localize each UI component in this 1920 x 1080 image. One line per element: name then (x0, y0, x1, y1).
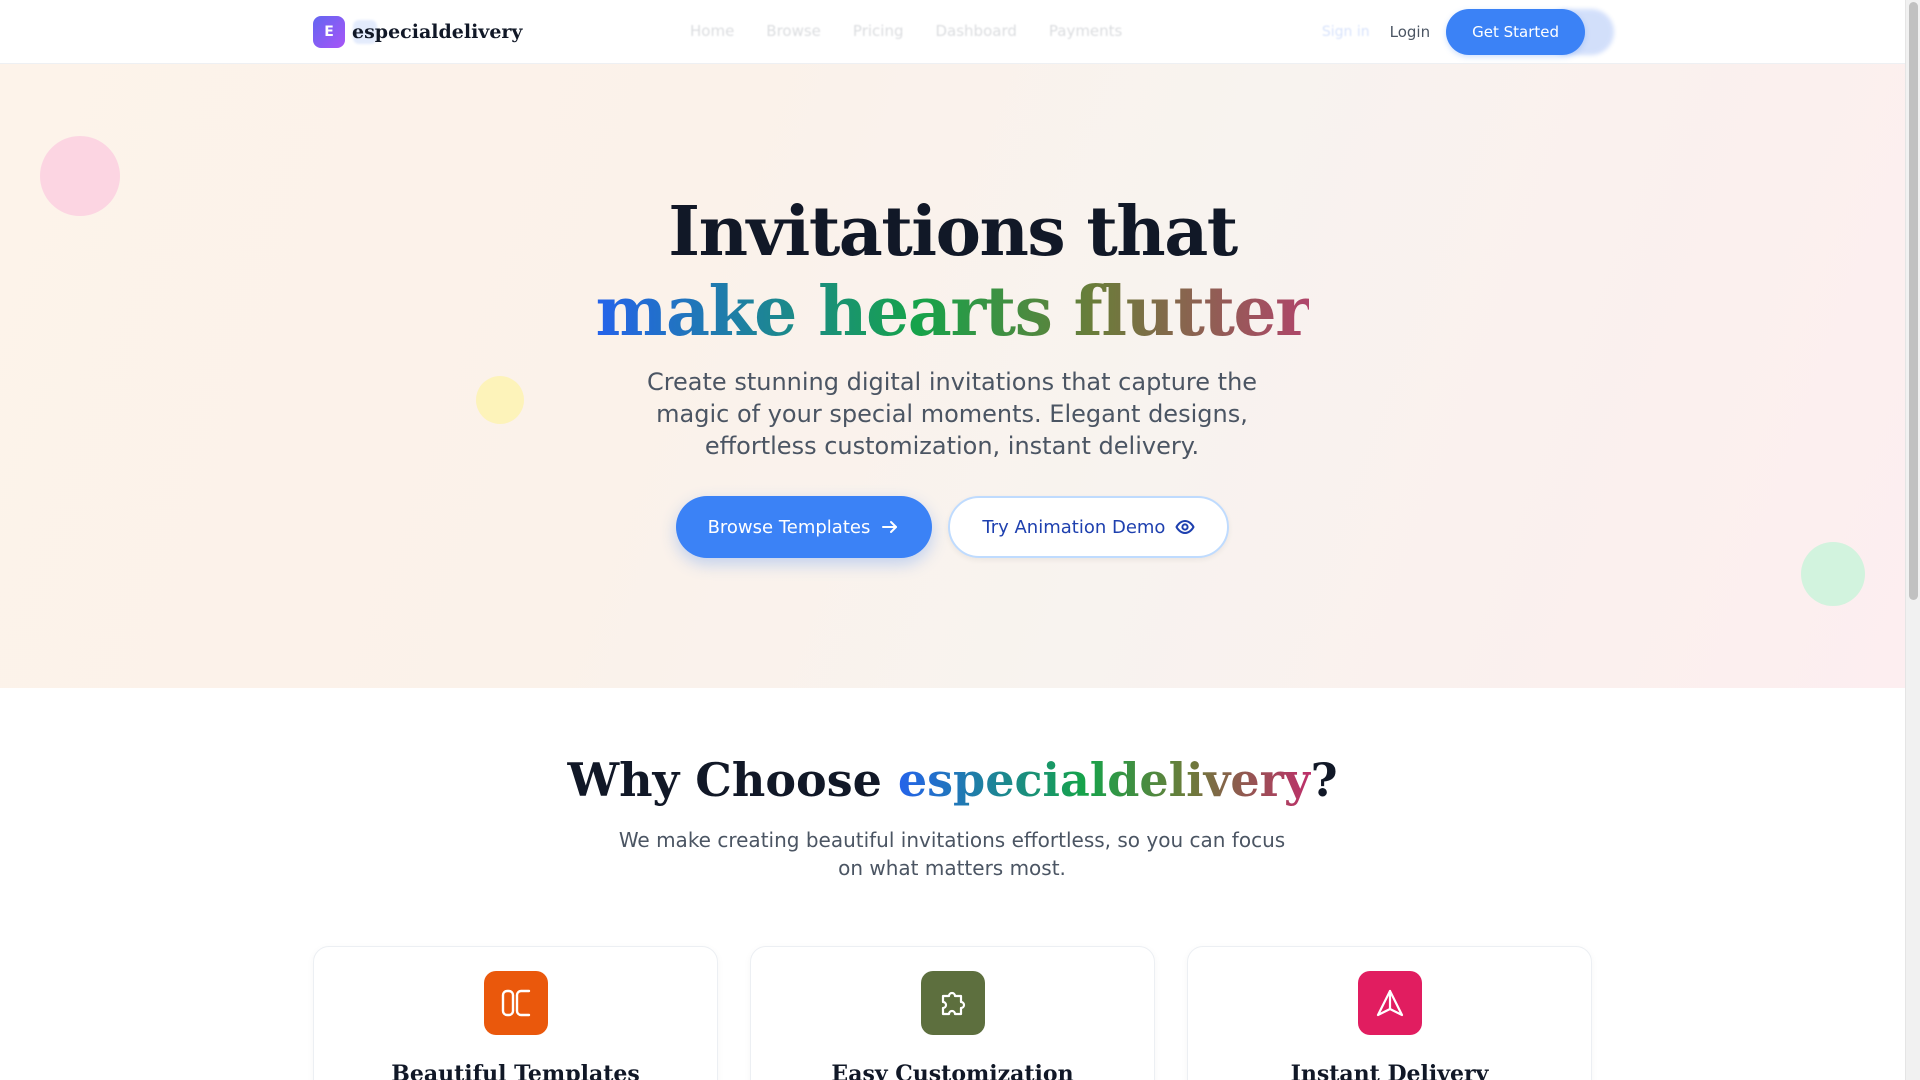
nav-link-browse[interactable]: Browse (766, 22, 821, 40)
features-subtitle: We make creating beautiful invitations e… (618, 828, 1286, 880)
nav-link-home[interactable]: Home (690, 22, 734, 40)
feature-card-title: Beautiful Templates (391, 1061, 640, 1080)
eye-icon (1175, 517, 1195, 537)
template-icon (484, 971, 548, 1035)
feature-card-delivery: Instant Delivery (1187, 946, 1592, 1080)
arrow-right-icon (880, 517, 900, 537)
try-animation-demo-label: Try Animation Demo (982, 516, 1166, 538)
sign-in-link[interactable]: Sign in (1322, 24, 1370, 40)
nav-actions: Sign in Login Get Started (1322, 9, 1615, 55)
nav-link-payments[interactable]: Payments (1049, 22, 1122, 40)
top-nav: E especialdelivery Home Browse Pricing D… (0, 0, 1905, 64)
brand-logo[interactable]: E especialdelivery (313, 16, 522, 48)
hero-title-line1: Invitations that (668, 192, 1238, 272)
nav-link-dashboard[interactable]: Dashboard (935, 22, 1016, 40)
scrollbar-thumb[interactable] (1909, 2, 1918, 600)
login-link[interactable]: Login (1390, 23, 1430, 41)
features-title-prefix: Why Choose (567, 753, 898, 807)
get-started-wrapper: Get Started (1446, 9, 1615, 55)
brand-name: especialdelivery (352, 21, 523, 43)
feature-card-title: Instant Delivery (1290, 1061, 1489, 1080)
try-animation-demo-button[interactable]: Try Animation Demo (948, 496, 1230, 558)
page-viewport: E especialdelivery Home Browse Pricing D… (0, 0, 1905, 1080)
features-title-suffix: ? (1310, 753, 1338, 807)
feature-card-templates: Beautiful Templates (313, 946, 718, 1080)
logo-mark: E (313, 16, 345, 48)
features-title-brand: especialdelivery (897, 753, 1311, 807)
vertical-scrollbar[interactable] (1905, 0, 1920, 1080)
features-title: Why Choose especialdelivery? (0, 750, 1905, 810)
hero-subtitle: Create stunning digital invitations that… (646, 368, 1258, 460)
decorative-yellow-circle (476, 376, 524, 424)
feature-cards: Beautiful Templates Easy Customization I… (313, 946, 1593, 1080)
puzzle-icon (921, 971, 985, 1035)
feature-card-customization: Easy Customization (750, 946, 1155, 1080)
hero-actions: Browse Templates Try Animation Demo (0, 496, 1905, 558)
get-started-button[interactable]: Get Started (1446, 9, 1585, 55)
browse-templates-label: Browse Templates (707, 516, 871, 538)
nav-link-pricing[interactable]: Pricing (853, 22, 904, 40)
hero-title: Invitations that make hearts flutter (0, 192, 1905, 352)
feature-card-title: Easy Customization (831, 1061, 1074, 1080)
nav-links: Home Browse Pricing Dashboard Payments (690, 22, 1122, 40)
send-icon (1358, 971, 1422, 1035)
hero-section: Invitations that make hearts flutter Cre… (0, 64, 1905, 688)
hero-title-line2: make hearts flutter (595, 272, 1311, 352)
browse-templates-button[interactable]: Browse Templates (675, 496, 933, 558)
